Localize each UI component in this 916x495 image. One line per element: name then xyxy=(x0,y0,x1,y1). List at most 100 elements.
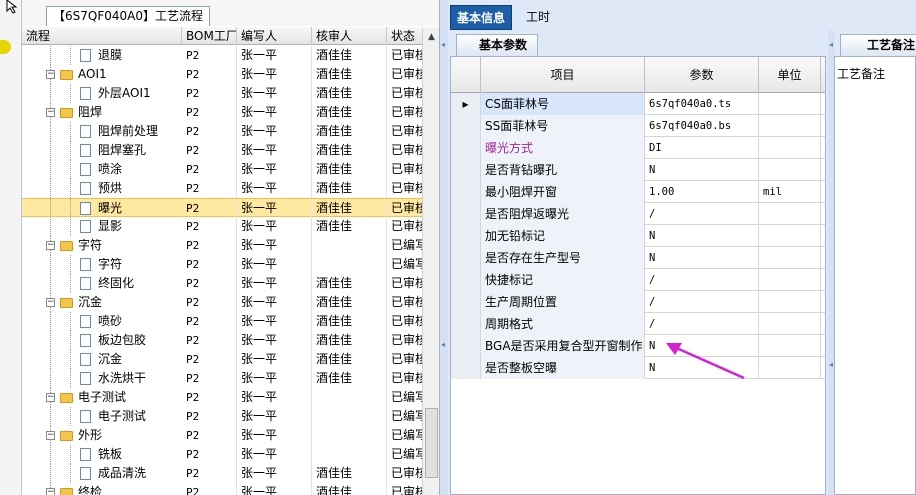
tree-node[interactable]: − 终检 xyxy=(22,483,180,495)
current-row-indicator-icon[interactable]: ▸ xyxy=(451,93,481,115)
param-row[interactable]: 是否阻焊返曝光 / xyxy=(451,203,825,225)
collapse-toggle-icon[interactable]: − xyxy=(46,488,55,495)
param-unit-cell[interactable] xyxy=(759,335,821,357)
collapse-arrow-icon[interactable]: ◂ xyxy=(441,340,447,356)
row-header[interactable] xyxy=(451,115,481,137)
param-row[interactable]: 是否整板空曝 N xyxy=(451,357,825,379)
param-row[interactable]: 生产周期位置 / xyxy=(451,291,825,313)
param-unit-cell[interactable] xyxy=(759,159,821,181)
tree-row[interactable]: 字符 P2张一平 已编写 xyxy=(22,255,422,274)
tree-node[interactable]: 外层AOI1 xyxy=(22,84,180,103)
column-header-param[interactable]: 参数 xyxy=(645,57,759,93)
tree-node[interactable]: 电子测试 xyxy=(22,407,180,426)
tree-row[interactable]: 预烘 P2张一平酒佳佳已审核 xyxy=(22,179,422,198)
tree-node[interactable]: 成品清洗 xyxy=(22,464,180,483)
tree-node[interactable]: 喷砂 xyxy=(22,312,180,331)
column-header-writer[interactable]: 编写人 xyxy=(237,27,312,45)
row-header[interactable] xyxy=(451,335,481,357)
row-header[interactable] xyxy=(451,137,481,159)
row-header[interactable] xyxy=(451,159,481,181)
tree-node[interactable]: 阻焊塞孔 xyxy=(22,141,180,160)
tree-row[interactable]: 板边包胶 P2张一平酒佳佳已审核 xyxy=(22,331,422,350)
tree-node[interactable]: 喷涂 xyxy=(22,160,180,179)
tab-work-hours[interactable]: 工时 xyxy=(520,5,556,30)
tree-row[interactable]: 外层AOI1 P2张一平酒佳佳已审核 xyxy=(22,84,422,103)
tree-node[interactable]: − 阻焊 xyxy=(22,103,180,122)
tree-row[interactable]: 曝光 P2张一平酒佳佳已审核 xyxy=(22,198,422,218)
param-unit-cell[interactable] xyxy=(759,93,821,115)
param-row[interactable]: 周期格式 / xyxy=(451,313,825,335)
tree-node[interactable]: 退膜 xyxy=(22,46,180,65)
collapse-toggle-icon[interactable]: − xyxy=(46,70,55,79)
tree-row[interactable]: 退膜 P2张一平酒佳佳已审核 xyxy=(22,46,422,65)
tree-row[interactable]: 阻焊前处理 P2张一平酒佳佳已审核 xyxy=(22,122,422,141)
column-header-bom-factory[interactable]: BOM工厂 xyxy=(182,27,237,45)
param-value-cell[interactable]: N xyxy=(645,225,759,247)
tree-node[interactable]: − 外形 xyxy=(22,426,180,445)
param-value-cell[interactable]: / xyxy=(645,203,759,225)
tree-row[interactable]: − 终检 P2张一平酒佳佳已审核 xyxy=(22,483,422,495)
tree-row[interactable]: − 电子测试 P2张一平 已编写 xyxy=(22,388,422,407)
row-header[interactable] xyxy=(451,291,481,313)
param-value-cell[interactable]: N xyxy=(645,159,759,181)
tree-node[interactable]: 板边包胶 xyxy=(22,331,180,350)
tree-node[interactable]: 显影 xyxy=(22,217,180,236)
param-unit-cell[interactable] xyxy=(759,291,821,313)
tree-row[interactable]: 水洗烘干 P2张一平酒佳佳已审核 xyxy=(22,369,422,388)
tree-row[interactable]: − 字符 P2张一平 已编写 xyxy=(22,236,422,255)
tree-node[interactable]: − AOI1 xyxy=(22,65,180,84)
scrollbar-thumb[interactable] xyxy=(425,408,438,478)
param-unit-cell[interactable] xyxy=(759,203,821,225)
column-header-unit[interactable]: 单位 xyxy=(759,57,821,93)
param-unit-cell[interactable] xyxy=(759,247,821,269)
param-value-cell[interactable]: 6s7qf040a0.ts xyxy=(645,93,759,115)
param-row[interactable]: BGA是否采用复合型开窗制作 N xyxy=(451,335,825,357)
param-row[interactable]: SS面菲林号 6s7qf040a0.bs xyxy=(451,115,825,137)
tree-row[interactable]: 成品清洗 P2张一平酒佳佳已审核 xyxy=(22,464,422,483)
param-unit-cell[interactable]: mil xyxy=(759,181,821,203)
column-header-process[interactable]: 流程 xyxy=(22,27,182,45)
row-header[interactable] xyxy=(451,225,481,247)
collapse-arrow-icon[interactable]: ◂ xyxy=(441,40,447,56)
tree-row[interactable]: − AOI1 P2张一平酒佳佳已审核 xyxy=(22,65,422,84)
panel-splitter[interactable]: ◂ ◂ xyxy=(440,0,448,495)
collapse-toggle-icon[interactable]: − xyxy=(46,431,55,440)
param-row[interactable]: 快捷标记 / xyxy=(451,269,825,291)
param-value-cell[interactable]: 1.00 xyxy=(645,181,759,203)
collapse-toggle-icon[interactable]: − xyxy=(46,241,55,250)
row-header[interactable] xyxy=(451,181,481,203)
param-row[interactable]: 是否背钻曝孔 N xyxy=(451,159,825,181)
tree-node[interactable]: − 电子测试 xyxy=(22,388,180,407)
param-value-cell[interactable]: 6s7qf040a0.bs xyxy=(645,115,759,137)
tree-node[interactable]: 字符 xyxy=(22,255,180,274)
process-remarks-tab[interactable]: 工艺备注 xyxy=(840,34,916,56)
param-row[interactable]: 加无铅标记 N xyxy=(451,225,825,247)
collapse-toggle-icon[interactable]: − xyxy=(46,393,55,402)
param-unit-cell[interactable] xyxy=(759,313,821,335)
param-row[interactable]: 是否存在生产型号 N xyxy=(451,247,825,269)
tree-row[interactable]: 显影 P2张一平酒佳佳已审核 xyxy=(22,217,422,236)
tree-node[interactable]: − 沉金 xyxy=(22,293,180,312)
param-value-cell[interactable]: N xyxy=(645,247,759,269)
tree-row[interactable]: − 沉金 P2张一平酒佳佳已审核 xyxy=(22,293,422,312)
tree-node[interactable]: 阻焊前处理 xyxy=(22,122,180,141)
param-unit-cell[interactable] xyxy=(759,137,821,159)
param-unit-cell[interactable] xyxy=(759,225,821,247)
param-unit-cell[interactable] xyxy=(759,269,821,291)
basic-params-tab[interactable]: 基本参数 xyxy=(456,34,539,56)
param-row[interactable]: ▸ CS面菲林号 6s7qf040a0.ts xyxy=(451,93,825,115)
param-value-cell[interactable]: / xyxy=(645,269,759,291)
process-remarks-body[interactable]: 工艺备注 xyxy=(834,56,916,495)
row-header[interactable] xyxy=(451,203,481,225)
tree-row[interactable]: 终固化 P2张一平酒佳佳已审核 xyxy=(22,274,422,293)
param-row[interactable]: 最小阻焊开窗 1.00 mil xyxy=(451,181,825,203)
row-header[interactable] xyxy=(451,247,481,269)
tree-node[interactable]: 终固化 xyxy=(22,274,180,293)
param-value-cell[interactable]: / xyxy=(645,313,759,335)
param-unit-cell[interactable] xyxy=(759,115,821,137)
param-unit-cell[interactable] xyxy=(759,357,821,379)
row-header[interactable] xyxy=(451,357,481,379)
param-value-cell[interactable]: / xyxy=(645,291,759,313)
tree-row[interactable]: − 外形 P2张一平 已编写 xyxy=(22,426,422,445)
param-row[interactable]: 曝光方式 DI xyxy=(451,137,825,159)
